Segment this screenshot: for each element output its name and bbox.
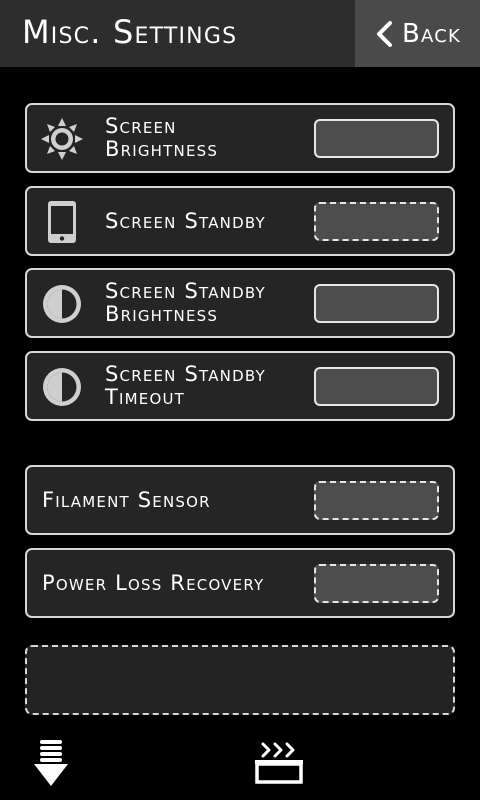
standby-toggle[interactable]: [314, 202, 439, 241]
setting-label: Filament Sensor: [42, 487, 211, 512]
back-button[interactable]: Back: [355, 0, 480, 67]
setting-label: Screen Standby: [105, 208, 266, 233]
setting-row-screen-standby: Screen Standby: [25, 186, 455, 256]
setting-label: Screen Standby Timeout: [105, 362, 266, 409]
header-bar: Misc. Settings Back: [0, 0, 480, 67]
brightness-value-field[interactable]: [314, 119, 439, 158]
setting-label: Screen Brightness: [105, 114, 219, 161]
standby-timeout-value-field[interactable]: [314, 367, 439, 406]
power-loss-recovery-toggle[interactable]: [314, 564, 439, 603]
phone-icon: [40, 200, 84, 244]
standby-brightness-value-field[interactable]: [314, 284, 439, 323]
back-button-label: Back: [401, 18, 461, 49]
sun-icon: [40, 117, 84, 161]
chevron-left-icon: [376, 20, 392, 47]
page-title: Misc. Settings: [22, 13, 238, 51]
setting-row-filament-sensor: Filament Sensor: [25, 465, 455, 535]
setting-row-standby-brightness: Screen Standby Brightness: [25, 268, 455, 338]
status-message-box: [25, 645, 455, 715]
contrast-icon: [40, 365, 84, 409]
setting-row-power-loss-recovery: Power Loss Recovery: [25, 548, 455, 618]
filament-sensor-toggle[interactable]: [314, 481, 439, 520]
setting-label: Power Loss Recovery: [42, 570, 265, 595]
setting-row-standby-timeout: Screen Standby Timeout: [25, 351, 455, 421]
contrast-icon: [40, 282, 84, 326]
setting-row-screen-brightness: Screen Brightness: [25, 103, 455, 173]
setting-label: Screen Standby Brightness: [105, 279, 266, 326]
heated-bed-icon[interactable]: [253, 740, 305, 786]
extrude-down-icon[interactable]: [30, 740, 72, 788]
